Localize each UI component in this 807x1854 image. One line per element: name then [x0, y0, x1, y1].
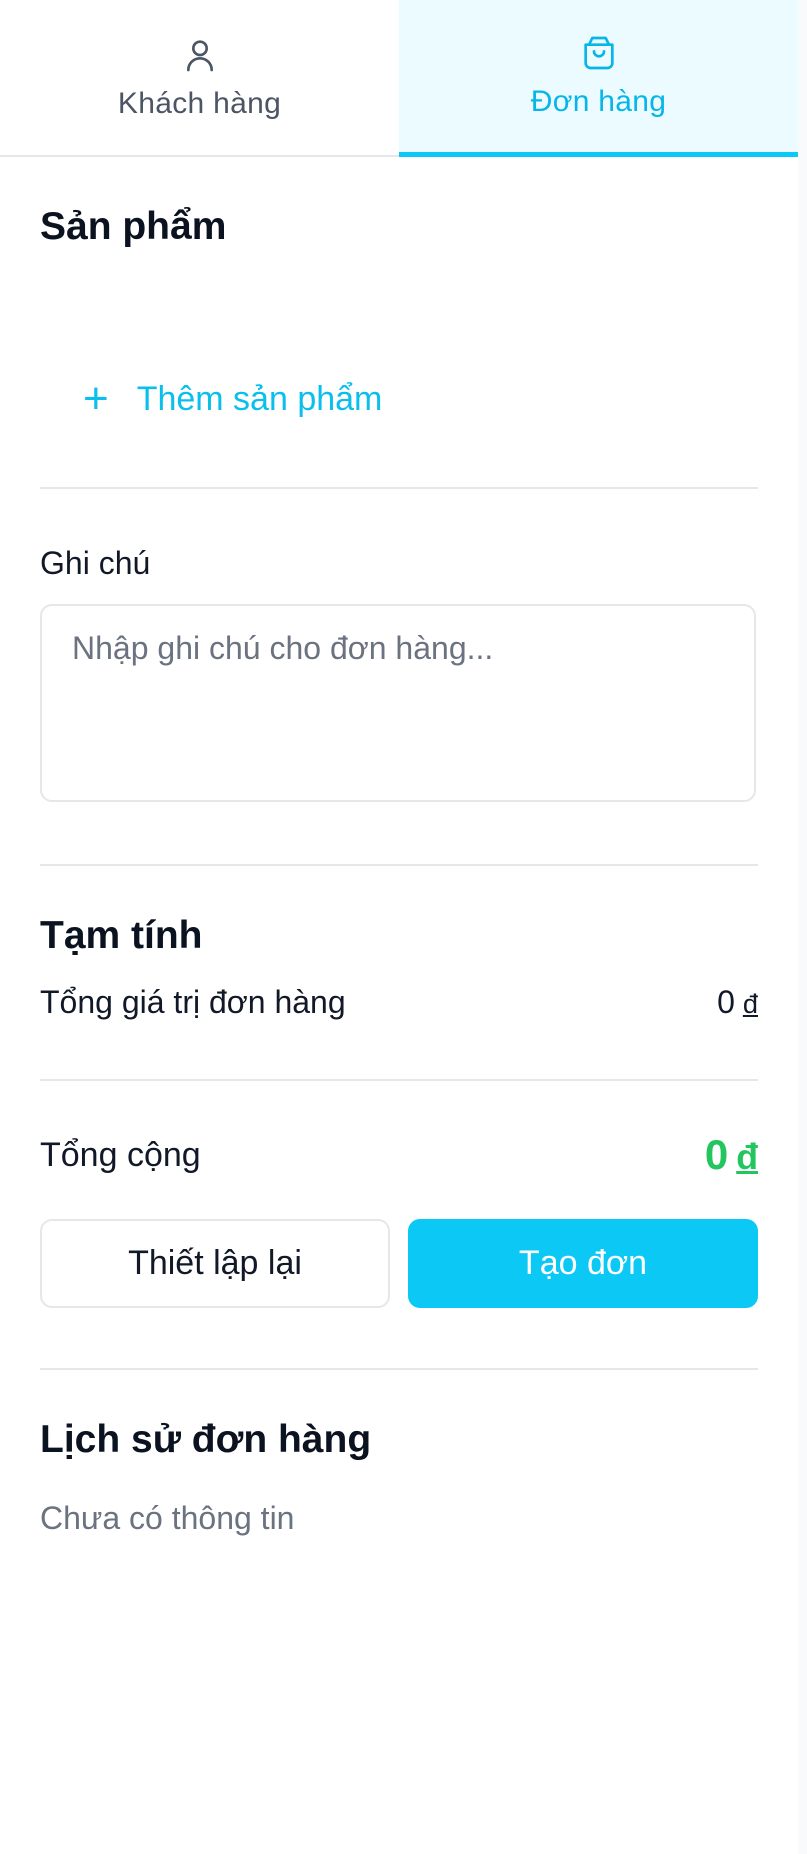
total-number: 0 [704, 1131, 729, 1178]
tab-bar: Khách hàng Đơn hàng [0, 0, 798, 157]
create-order-button[interactable]: Tạo đơn [408, 1219, 758, 1308]
divider [40, 487, 758, 489]
tab-orders-label: Đơn hàng [530, 85, 667, 118]
plus-icon: + [83, 374, 109, 423]
tab-customer-label: Khách hàng [117, 86, 282, 120]
note-textarea[interactable] [40, 604, 756, 802]
order-form: Sản phẩm + Thêm sản phẩm Ghi chú Tạm tín… [0, 157, 798, 1537]
total-currency: đ [736, 1137, 758, 1177]
divider [40, 1079, 758, 1081]
total-amount: 0đ [705, 1131, 758, 1179]
order-history-empty-text: Chưa có thông tin [40, 1500, 295, 1536]
products-heading: Sản phẩm [40, 205, 227, 248]
order-value-label: Tổng giá trị đơn hàng [40, 984, 346, 1020]
order-value-number: 0 [717, 984, 735, 1020]
add-product-label: Thêm sản phẩm [136, 379, 383, 418]
tab-customer[interactable]: Khách hàng [0, 0, 399, 155]
order-value-currency: đ [742, 988, 758, 1019]
order-history-heading: Lịch sử đơn hàng [40, 1418, 372, 1461]
reset-button[interactable]: Thiết lập lại [40, 1219, 390, 1308]
order-value-amount: 0đ [717, 984, 758, 1021]
total-row: Tổng cộng 0đ [40, 1131, 758, 1179]
order-panel: Khách hàng Đơn hàng Sản phẩm + Thêm sản … [0, 0, 798, 1854]
user-icon [186, 39, 213, 71]
add-product-button[interactable]: + Thêm sản phẩm [83, 377, 382, 421]
subtotal-heading: Tạm tính [40, 914, 203, 957]
order-value-row: Tổng giá trị đơn hàng 0đ [40, 984, 758, 1021]
note-label: Ghi chú [40, 545, 151, 581]
shopping-bag-icon [583, 36, 614, 70]
total-label: Tổng cộng [40, 1135, 201, 1174]
action-buttons: Thiết lập lại Tạo đơn [40, 1219, 758, 1308]
tab-orders[interactable]: Đơn hàng [399, 0, 798, 157]
